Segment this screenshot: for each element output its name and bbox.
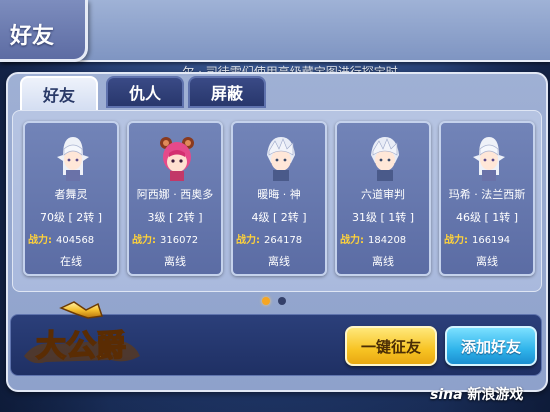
friend-name: 玛希 · 法兰西斯	[448, 188, 526, 201]
friend-name: 六道审判	[361, 188, 405, 201]
friend-power: 战力: 184208	[340, 231, 430, 246]
add-friend-button[interactable]: 添加好友	[445, 326, 537, 366]
watermark-brand: sina	[430, 387, 463, 403]
power-label: 战力:	[132, 235, 156, 246]
tab-friends[interactable]: 好友	[20, 76, 98, 112]
friend-level: 31级 [ 1转 ]	[351, 211, 415, 224]
one-click-recruit-button[interactable]: 一键征友	[345, 326, 437, 366]
friend-power: 战力: 404568	[28, 231, 118, 246]
friend-card[interactable]: 者舞灵 70级 [ 2转 ] 战力: 404568 在线	[23, 121, 119, 276]
page-dot[interactable]	[278, 297, 286, 305]
friend-card[interactable]: 六道审判 31级 [ 1转 ] 战力: 184208 离线	[335, 121, 431, 276]
tab-enemies[interactable]: 仇人	[106, 76, 184, 108]
friend-status: 在线	[60, 255, 82, 268]
friend-card[interactable]: 暖晦 · 神 4级 [ 2转 ] 战力: 264178 离线	[231, 121, 327, 276]
logo-text: 大公爵	[36, 329, 126, 364]
game-logo: 大公爵	[24, 301, 140, 365]
avatar	[469, 133, 509, 181]
friend-status: 离线	[372, 255, 394, 268]
power-value: 404568	[56, 235, 95, 246]
avatar	[261, 133, 301, 181]
friend-name: 者舞灵	[54, 188, 88, 201]
power-label: 战力:	[236, 235, 260, 246]
watermark: sina 新浪游戏	[430, 384, 523, 404]
friend-power: 战力: 264178	[236, 231, 326, 246]
watermark-text: 新浪游戏	[467, 387, 524, 403]
friend-card[interactable]: 阿西娜 · 西奥多 3级 [ 2转 ] 战力: 316072 离线	[127, 121, 223, 276]
tab-blocked[interactable]: 屏蔽	[188, 76, 266, 108]
power-label: 战力:	[340, 235, 364, 246]
friend-status: 离线	[268, 255, 290, 268]
avatar	[365, 133, 405, 181]
avatar	[157, 133, 197, 181]
power-label: 战力:	[28, 235, 52, 246]
power-value: 184208	[368, 235, 407, 246]
friend-level: 46级 [ 1转 ]	[455, 211, 519, 224]
friend-level: 70级 [ 2转 ]	[39, 211, 103, 224]
friend-status: 离线	[164, 255, 186, 268]
friend-status: 离线	[476, 255, 498, 268]
avatar	[53, 133, 93, 181]
friend-name: 阿西娜 · 西奥多	[136, 188, 214, 201]
power-value: 166194	[472, 235, 511, 246]
power-value: 264178	[264, 235, 303, 246]
page-dot-active[interactable]	[262, 297, 270, 305]
friend-card[interactable]: 玛希 · 法兰西斯 46级 [ 1转 ] 战力: 166194 离线	[439, 121, 535, 276]
power-value: 316072	[160, 235, 199, 246]
friend-level: 4级 [ 2转 ]	[251, 211, 307, 224]
title-tab: 好友	[0, 0, 88, 62]
page-title: 好友	[10, 24, 55, 49]
page-indicator	[262, 297, 286, 305]
friend-power: 战力: 316072	[132, 231, 222, 246]
power-label: 战力:	[444, 235, 468, 246]
friend-level: 3级 [ 2转 ]	[147, 211, 203, 224]
friend-power: 战力: 166194	[444, 231, 534, 246]
friend-name: 暖晦 · 神	[257, 188, 301, 201]
